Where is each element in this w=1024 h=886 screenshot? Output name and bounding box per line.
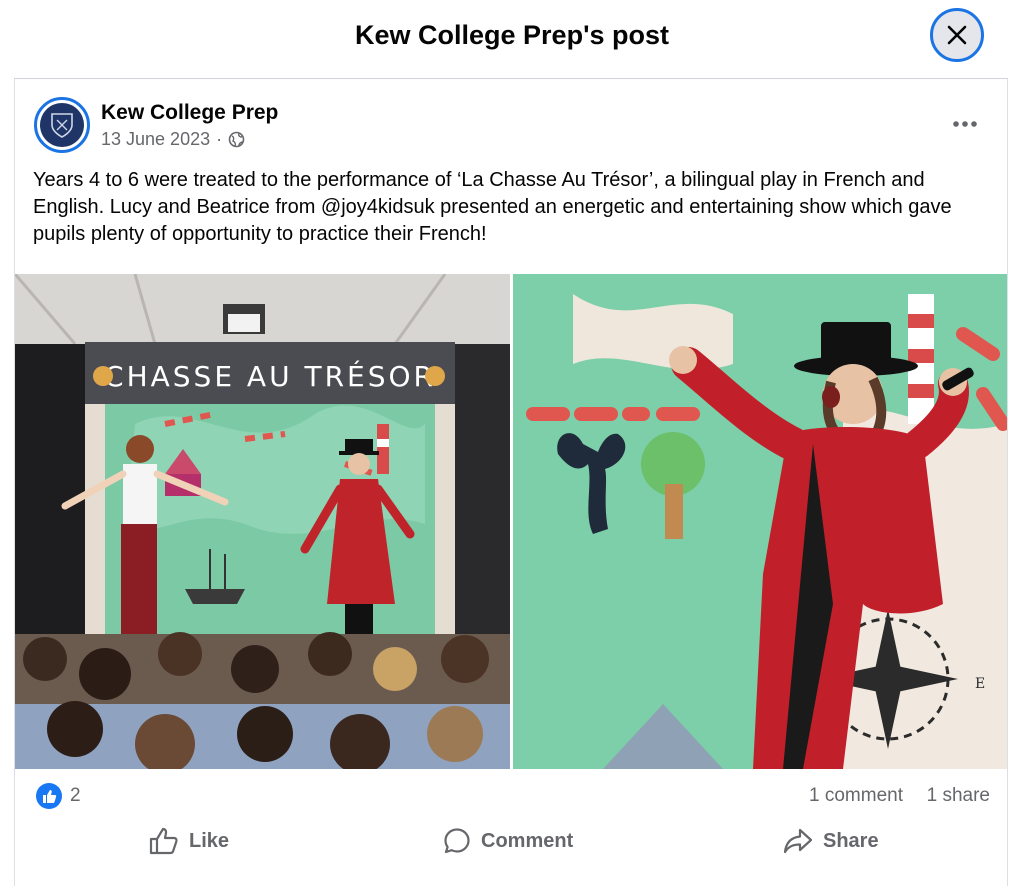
like-label: Like <box>189 829 230 852</box>
post-photo-2[interactable]: N E <box>513 274 1007 769</box>
like-count[interactable]: 2 <box>70 785 81 807</box>
page-avatar[interactable] <box>34 97 90 153</box>
school-crest-icon <box>40 103 84 147</box>
post-dialog-header: Kew College Prep's post <box>0 0 1024 78</box>
comment-button[interactable]: Comment <box>443 819 573 863</box>
like-button[interactable]: Like <box>149 819 229 863</box>
comment-icon <box>444 828 470 854</box>
post-actions: Like Comment Share <box>15 819 1007 863</box>
close-button[interactable] <box>930 8 984 62</box>
share-label: Share <box>823 829 879 852</box>
post-stats: 2 1 comment 1 share <box>15 779 1007 813</box>
post-meta: 13 June 2023 · <box>101 129 245 150</box>
meta-separator: · <box>216 129 223 149</box>
share-count[interactable]: 1 share <box>927 785 990 807</box>
globe-icon <box>228 131 245 148</box>
post-author[interactable]: Kew College Prep <box>101 101 278 125</box>
compass-east: E <box>975 676 985 692</box>
post-body-text: Years 4 to 6 were treated to the perform… <box>33 169 952 245</box>
dialog-title: Kew College Prep's post <box>355 20 669 50</box>
post-photo-1[interactable]: CHASSE AU TRÉSOR <box>15 274 510 769</box>
close-icon <box>947 25 967 45</box>
more-options-icon <box>953 121 977 127</box>
post-card: Kew College Prep 13 June 2023 · Years 4 … <box>14 78 1008 886</box>
share-button[interactable]: Share <box>783 819 879 863</box>
like-reaction-icon[interactable] <box>36 783 62 809</box>
comment-label: Comment <box>481 829 574 852</box>
more-options-button[interactable] <box>947 109 983 139</box>
share-icon <box>783 828 813 854</box>
thumbs-up-icon <box>149 827 178 855</box>
post-date[interactable]: 13 June 2023 <box>101 129 210 150</box>
banner-text: CHASSE AU TRÉSOR <box>104 359 436 393</box>
comment-count[interactable]: 1 comment <box>809 785 903 807</box>
